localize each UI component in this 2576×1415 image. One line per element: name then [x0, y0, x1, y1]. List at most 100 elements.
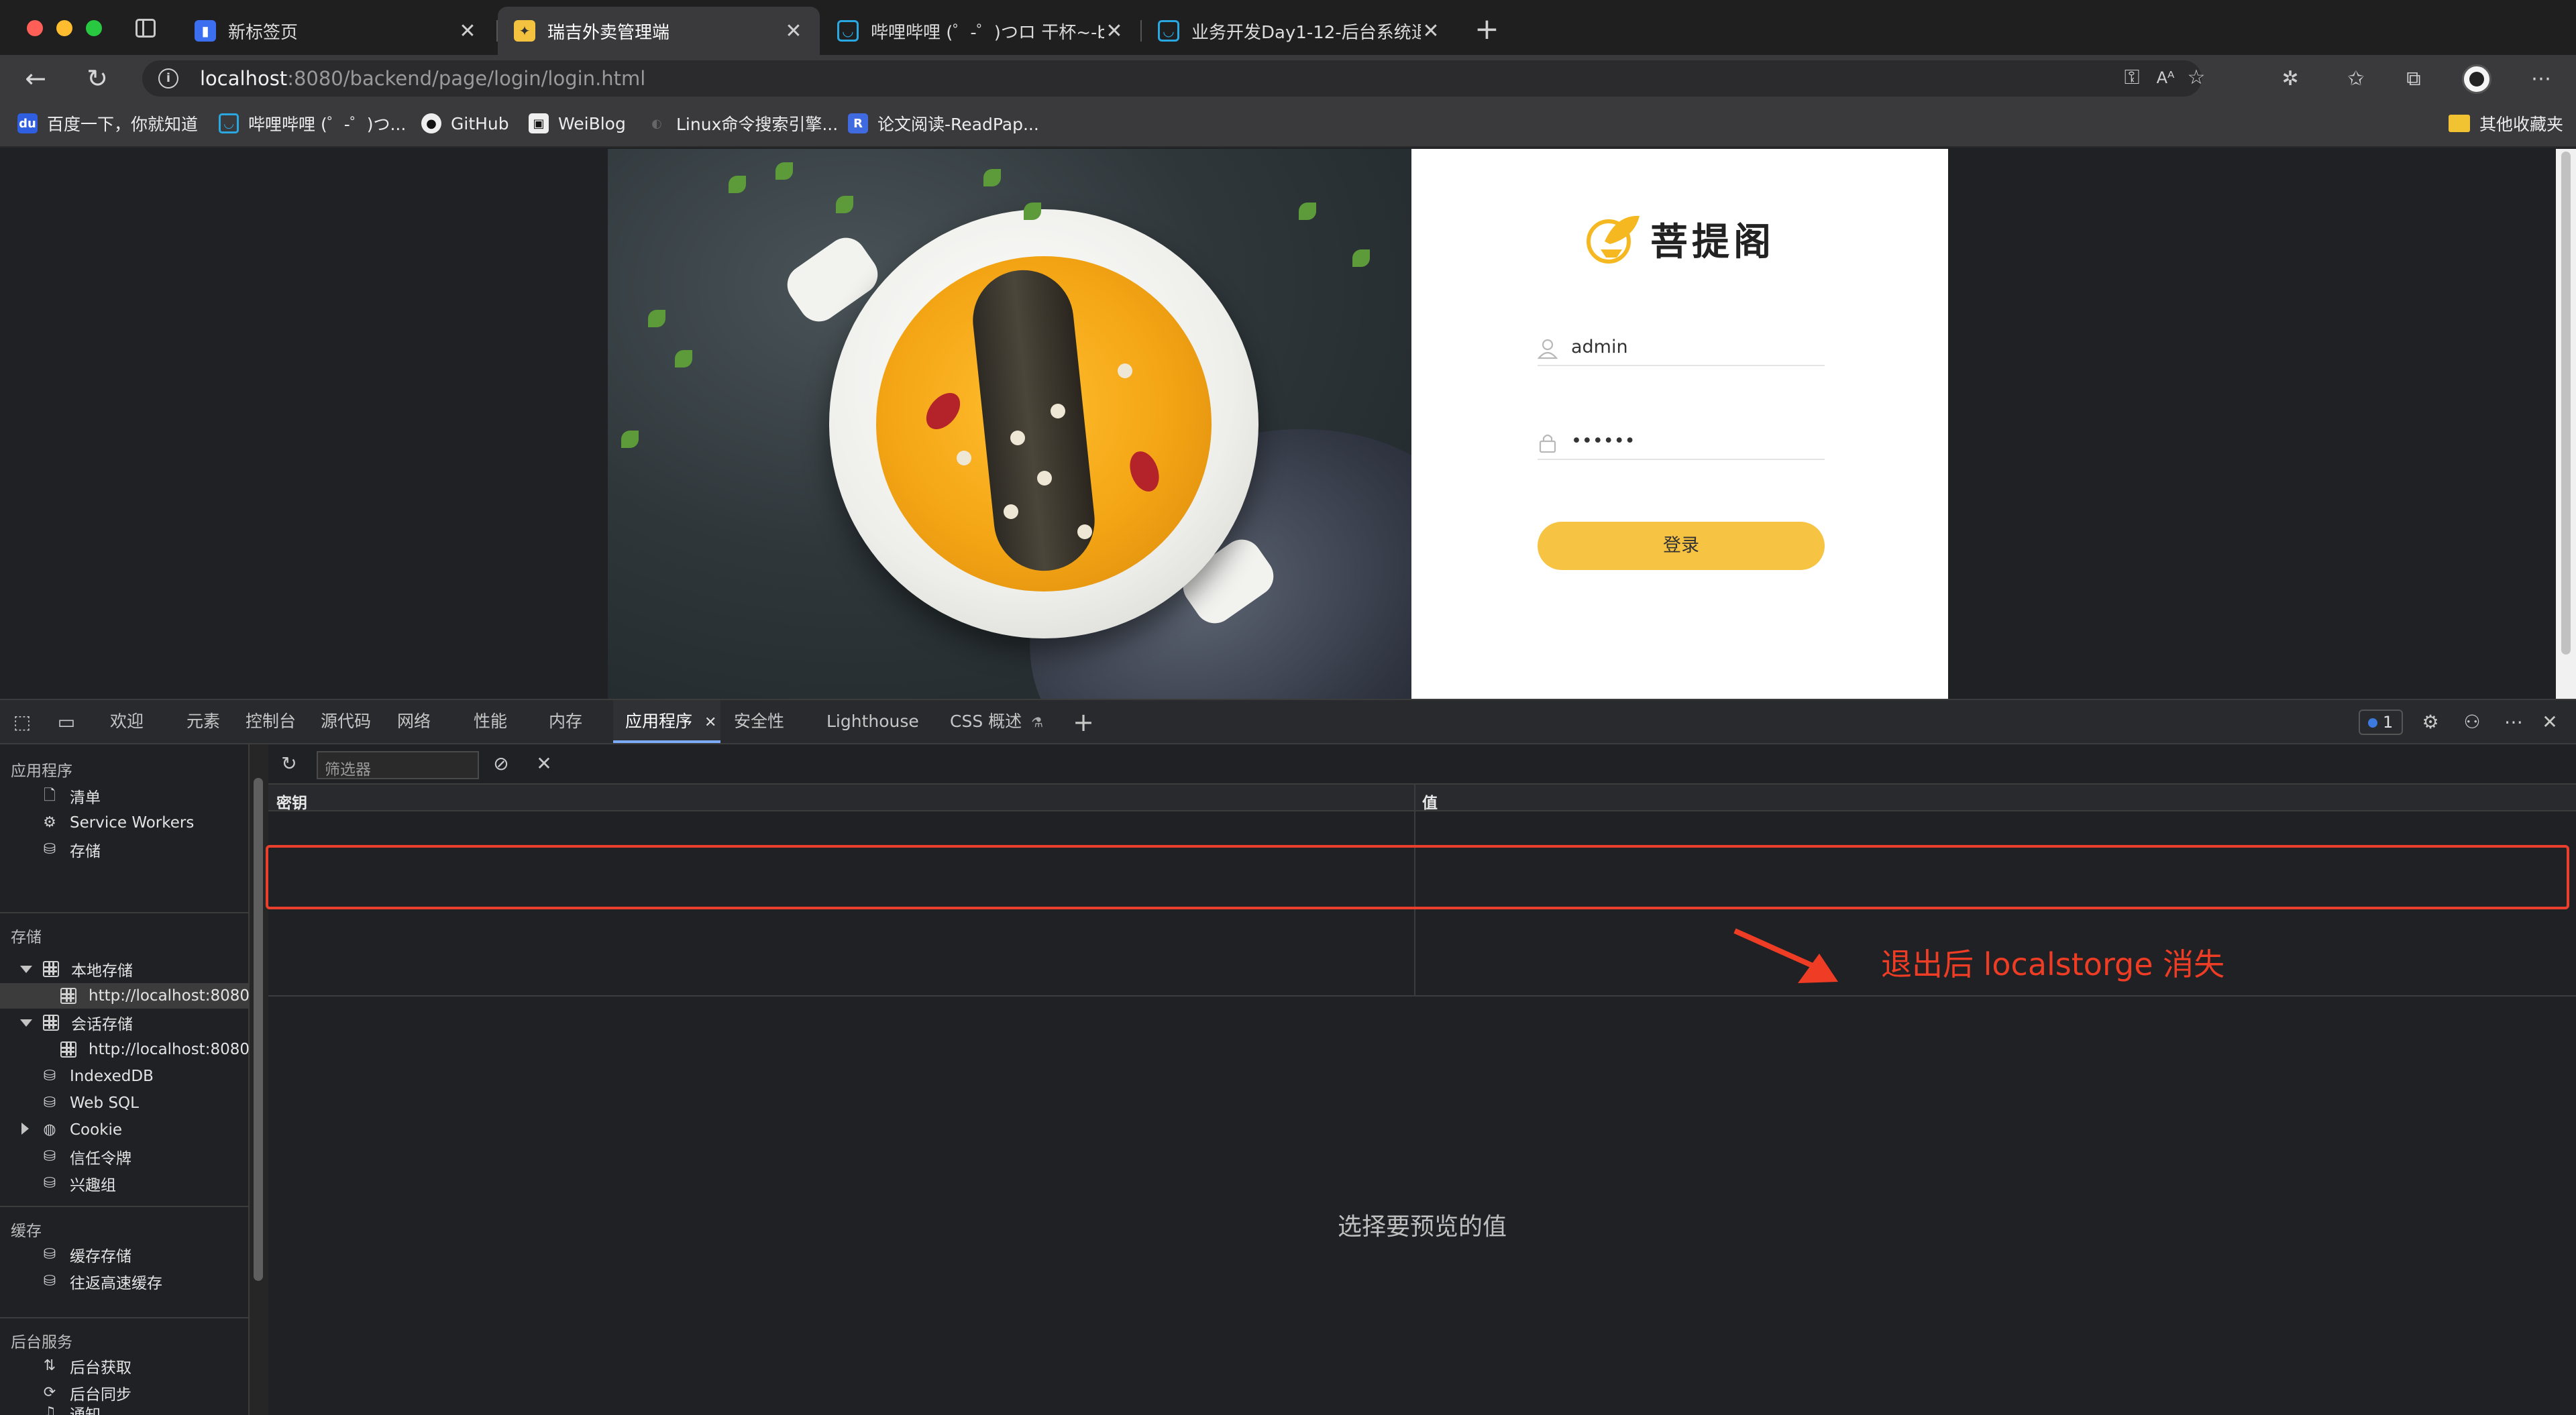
sidebar-item-trust-tokens[interactable]: ⛁ 信任令牌 [42, 1144, 131, 1170]
username-value[interactable]: admin [1571, 337, 1628, 357]
close-tab-icon[interactable]: ✕ [704, 714, 716, 731]
reload-icon[interactable]: ↻ [82, 63, 113, 94]
newtab-icon: ▮ [195, 20, 216, 42]
tab-new-tab[interactable]: ▮ 新标签页 ✕ [178, 7, 494, 55]
sidebar-item-session-storage[interactable]: 会话存储 [43, 1010, 133, 1035]
favorite-star-icon[interactable]: ☆ [2184, 66, 2208, 90]
sidebar-item-web-sql[interactable]: ⛁ Web SQL [42, 1090, 139, 1116]
devtools-tab-console[interactable]: 控制台 [246, 700, 296, 743]
devtools-tabbar: ⬚ ▭ 欢迎 元素 控制台 源代码 网络 性能 内存 应用程序 ✕ 安全性 Li… [0, 700, 2576, 744]
bookmark-bilibili[interactable]: ◡ 哔哩哔哩 (゜-゜)つ... [219, 110, 406, 137]
sidebar-item-label: IndexedDB [70, 1068, 154, 1085]
tab-title: 瑞吉外卖管理端 [547, 22, 670, 43]
more-tabs-plus-icon[interactable]: + [1072, 710, 1095, 735]
sidebar-scrollbar[interactable] [250, 744, 268, 1415]
collections-icon[interactable]: ⧉ [2402, 67, 2426, 91]
devtools-tab-css-overview-label: CSS 概述 [950, 712, 1022, 731]
customize-more-icon[interactable]: ⋯ [2502, 711, 2525, 734]
password-key-icon[interactable]: ⚿ [2120, 66, 2144, 90]
sidebar-item-indexeddb[interactable]: ⛁ IndexedDB [42, 1064, 154, 1089]
bookmark-readpaper[interactable]: R 论文阅读-ReadPap... [848, 110, 1039, 137]
username-field[interactable]: admin [1538, 333, 1825, 366]
devtools-tab-elements[interactable]: 元素 [186, 700, 220, 743]
bookmark-linux[interactable]: ◐ Linux命令搜索引擎... [647, 110, 838, 137]
delete-selected-icon[interactable]: ✕ [533, 752, 555, 775]
sidebar-item-local-storage-origin[interactable]: http://localhost:8080 [0, 983, 250, 1009]
close-tab-icon[interactable]: ✕ [458, 19, 478, 43]
maximize-window-button[interactable] [86, 20, 102, 36]
devtools-tab-sources[interactable]: 源代码 [321, 700, 371, 743]
column-value[interactable]: 值 [1422, 790, 1438, 813]
device-toolbar-icon[interactable]: ▭ [55, 711, 78, 734]
close-tab-icon[interactable]: ✕ [1421, 19, 1441, 43]
sidebar-item-session-storage-origin[interactable]: http://localhost:8080 [60, 1037, 250, 1062]
devtools-tab-performance[interactable]: 性能 [474, 700, 507, 743]
sidebar-item-notifications[interactable]: ♫ 通知 [42, 1400, 101, 1415]
close-window-button[interactable] [27, 20, 43, 36]
tab-ruiji-admin[interactable]: ✦ 瑞吉外卖管理端 ✕ [498, 7, 820, 55]
bookmark-weiblog[interactable]: ▣ WeiBlog [529, 110, 626, 137]
sidebar-item-cache-storage[interactable]: ⛁ 缓存存储 [42, 1242, 131, 1267]
devtools-tab-memory[interactable]: 内存 [549, 700, 582, 743]
password-field[interactable]: •••••• [1538, 427, 1825, 460]
close-tab-icon[interactable]: ✕ [784, 19, 804, 43]
read-aloud-icon[interactable]: Aᴬ [2153, 66, 2178, 90]
settings-gear-icon[interactable]: ⚙ [2419, 711, 2442, 734]
column-key[interactable]: 密钥 [276, 790, 307, 813]
expand-caret-icon[interactable] [21, 1123, 29, 1135]
refresh-icon[interactable]: ↻ [278, 752, 301, 775]
profile-avatar[interactable] [2462, 64, 2491, 94]
sidebar-item-service-workers[interactable]: ⚙ Service Workers [42, 810, 194, 836]
url-text[interactable]: localhost:8080/backend/page/login/login.… [200, 67, 645, 90]
minimize-window-button[interactable] [56, 20, 72, 36]
issues-badge[interactable]: 1 [2359, 710, 2403, 735]
filter-input[interactable]: 筛选器 [317, 751, 479, 779]
linux-icon: ◐ [651, 116, 662, 131]
sidebar-item-background-fetch[interactable]: ⇅ 后台获取 [42, 1353, 131, 1379]
tab-bilibili-video[interactable]: ◡ 业务开发Day1-12-后台系统退出 ✕ [1142, 7, 1457, 55]
bookmark-github[interactable]: ● GitHub [421, 110, 509, 137]
devtools-tab-css-overview[interactable]: CSS 概述 ⚗ [950, 700, 1043, 743]
inspect-element-icon[interactable]: ⬚ [11, 711, 34, 734]
other-bookmarks[interactable]: 其他收藏夹 [2449, 110, 2563, 137]
feedback-icon[interactable]: ⚇ [2461, 711, 2483, 734]
sidebar-item-cookie[interactable]: ◍ Cookie [42, 1117, 122, 1143]
devtools-tab-lighthouse[interactable]: Lighthouse [826, 700, 919, 743]
tab-strip: ▮ 新标签页 ✕ ✦ 瑞吉外卖管理端 ✕ ◡ 哔哩哔哩 (゜-゜)つロ 干杯~-… [0, 0, 2576, 55]
other-bookmarks-label: 其他收藏夹 [2479, 115, 2564, 134]
sidebar-item-manifest[interactable]: 🗋 清单 [42, 783, 101, 809]
sidebar-item-local-storage[interactable]: 本地存储 [43, 956, 133, 982]
table-icon [43, 961, 59, 977]
expand-caret-icon[interactable] [20, 1019, 32, 1027]
clear-all-icon[interactable]: ⊘ [490, 752, 513, 775]
tab-title: 新标签页 [228, 22, 299, 43]
password-value[interactable]: •••••• [1571, 431, 1635, 451]
sidebar-item-storage[interactable]: ⛁ 存储 [42, 837, 101, 862]
favorites-icon[interactable]: ✩ [2344, 67, 2368, 91]
new-tab-button[interactable]: + [1474, 13, 1499, 46]
tab-actions-icon[interactable] [136, 19, 156, 38]
devtools-tab-application[interactable]: 应用程序 ✕ [613, 700, 720, 743]
page-scrollbar-thumb[interactable] [2561, 152, 2571, 655]
address-bar[interactable]: i localhost:8080/backend/page/login/logi… [142, 60, 2205, 97]
database-icon: ⛁ [43, 1273, 56, 1290]
close-devtools-icon[interactable]: ✕ [2538, 711, 2561, 734]
devtools-tab-network[interactable]: 网络 [397, 700, 431, 743]
page-viewport: 菩提阁 admin •••••• 登录 [0, 148, 2576, 699]
sidebar-scrollbar-thumb[interactable] [254, 778, 263, 1281]
page-scrollbar[interactable] [2556, 149, 2576, 699]
close-tab-icon[interactable]: ✕ [1104, 19, 1124, 43]
more-menu-icon[interactable]: ⋯ [2529, 67, 2553, 91]
back-arrow-icon[interactable]: ← [20, 63, 51, 94]
sidebar-item-bfcache[interactable]: ⛁ 往返高速缓存 [42, 1269, 162, 1294]
sidebar-item-interest-groups[interactable]: ⛁ 兴趣组 [42, 1171, 116, 1196]
site-info-icon[interactable]: i [158, 68, 178, 89]
extensions-icon[interactable]: ✲ [2278, 67, 2302, 91]
bookmark-baidu[interactable]: du 百度一下，你就知道 [17, 110, 198, 137]
devtools-tab-welcome[interactable]: 欢迎 [110, 700, 144, 743]
bodhi-leaf-logo-icon [1585, 211, 1641, 267]
expand-caret-icon[interactable] [20, 966, 32, 973]
devtools-tab-security[interactable]: 安全性 [734, 700, 784, 743]
tab-bilibili[interactable]: ◡ 哔哩哔哩 (゜-゜)つロ 干杯~-bili ✕ [821, 7, 1140, 55]
login-button[interactable]: 登录 [1538, 522, 1825, 570]
